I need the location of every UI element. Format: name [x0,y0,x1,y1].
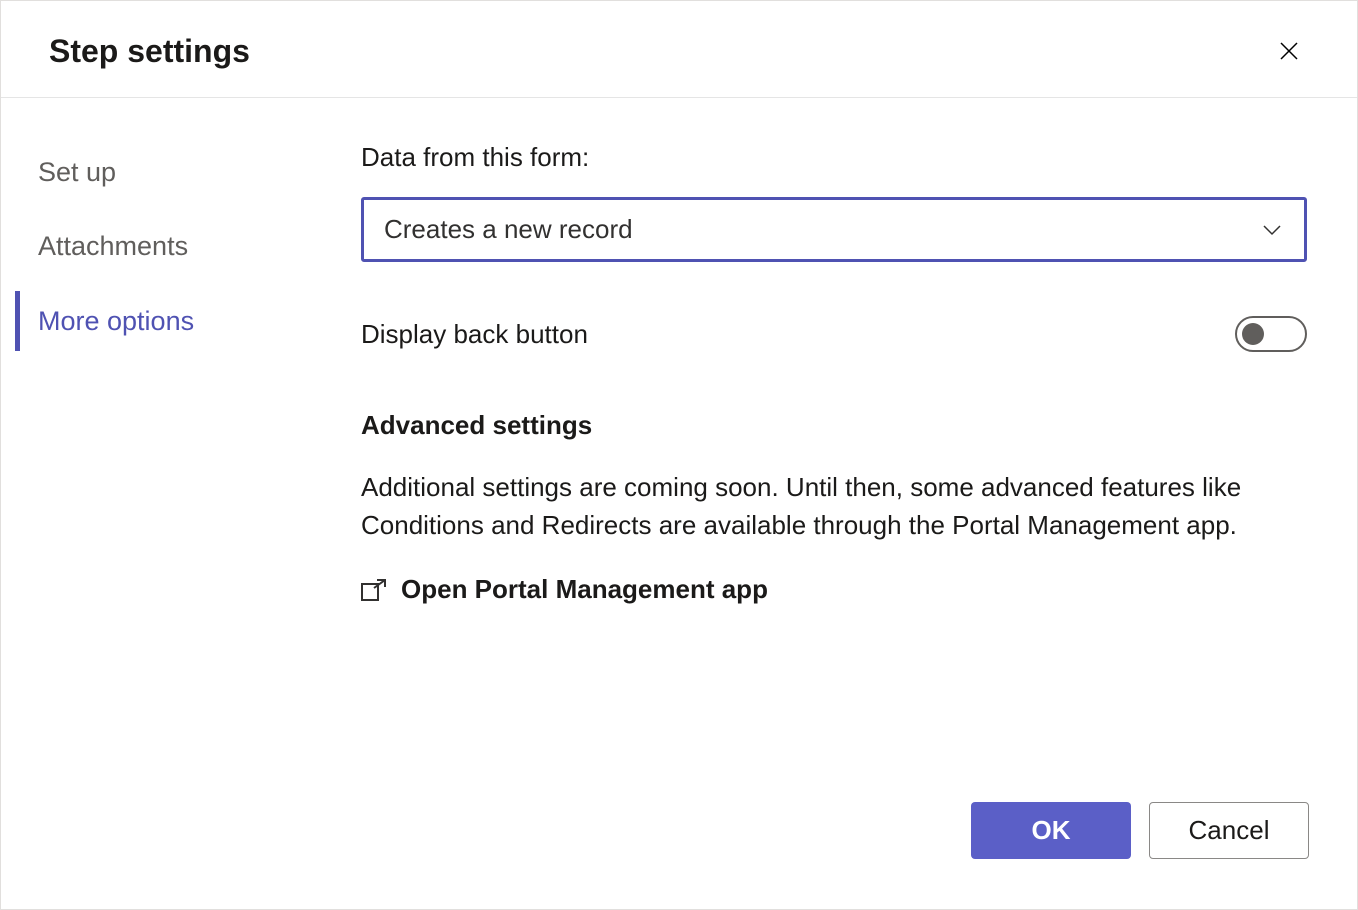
display-back-button-label: Display back button [361,319,588,350]
open-external-icon [361,579,387,601]
ok-button[interactable]: OK [971,802,1131,859]
close-button[interactable] [1269,31,1309,71]
step-settings-dialog: Step settings Set up Attachments More op… [0,0,1358,910]
advanced-settings-heading: Advanced settings [361,410,1307,441]
cancel-button[interactable]: Cancel [1149,802,1309,859]
display-back-button-row: Display back button [361,316,1307,352]
main-content: Data from this form: Creates a new recor… [301,142,1357,802]
data-from-form-dropdown[interactable]: Creates a new record [361,197,1307,262]
dialog-title: Step settings [49,33,250,70]
sidebar-item-label: Attachments [38,231,188,261]
open-portal-management-link[interactable]: Open Portal Management app [361,574,1307,605]
sidebar-item-setup[interactable]: Set up [15,142,281,202]
display-back-button-toggle[interactable] [1235,316,1307,352]
open-portal-management-label: Open Portal Management app [401,574,768,605]
sidebar-item-label: Set up [38,157,116,187]
data-from-form-label: Data from this form: [361,142,1307,173]
sidebar-item-label: More options [38,306,194,336]
dialog-header: Step settings [1,1,1357,98]
close-icon [1277,39,1301,63]
dialog-footer: OK Cancel [1,802,1357,909]
chevron-down-icon [1260,218,1284,242]
advanced-settings-description: Additional settings are coming soon. Unt… [361,469,1307,544]
sidebar-item-attachments[interactable]: Attachments [15,216,281,276]
sidebar-item-more-options[interactable]: More options [15,291,281,351]
dialog-body: Set up Attachments More options Data fro… [1,98,1357,802]
sidebar: Set up Attachments More options [1,142,301,802]
toggle-knob [1242,323,1264,345]
dropdown-value: Creates a new record [384,214,633,245]
